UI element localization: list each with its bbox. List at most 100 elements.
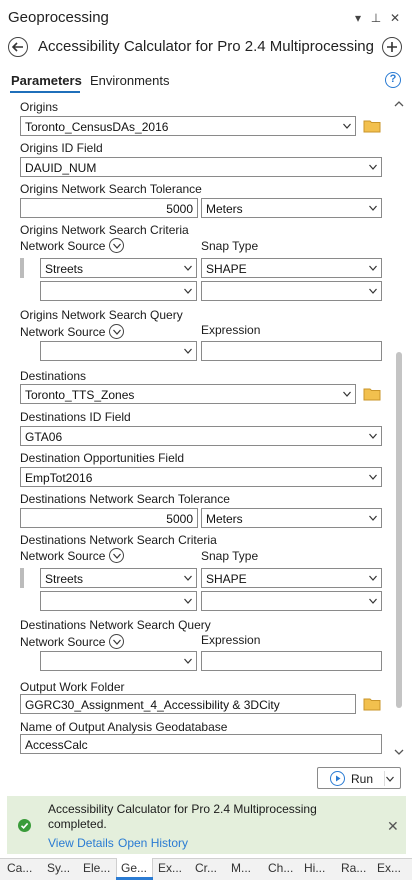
origins-value: Toronto_CensusDAs_2016 (25, 120, 169, 134)
destinations-dropdown[interactable]: Toronto_TTS_Zones (20, 384, 356, 404)
play-icon (330, 771, 345, 786)
dest-id-dropdown[interactable]: GTA06 (20, 426, 382, 446)
add-button[interactable] (382, 37, 402, 57)
output-gdb-label: Name of Output Analysis Geodatabase (20, 720, 228, 734)
origins-id-label: Origins ID Field (20, 141, 103, 155)
bottom-tab-create[interactable]: Cr... (195, 861, 217, 875)
folder-icon[interactable] (363, 697, 381, 711)
dest-tolerance-unit-dropdown[interactable]: Meters (201, 508, 382, 528)
origins-criteria-source-dropdown[interactable]: Streets (40, 258, 197, 278)
row-drag-handle[interactable] (20, 568, 24, 588)
dest-criteria-label: Destinations Network Search Criteria (20, 533, 217, 547)
tool-title: Accessibility Calculator for Pro 2.4 Mul… (38, 38, 374, 55)
run-label: Run (351, 772, 374, 786)
origins-tolerance-unit-dropdown[interactable]: Meters (201, 198, 382, 218)
chevron-down-icon (369, 433, 377, 439)
chevron-down-icon (369, 515, 377, 521)
origins-criteria-label: Origins Network Search Criteria (20, 223, 189, 237)
expand-chevron-icon[interactable] (109, 548, 124, 563)
tab-parameters[interactable]: Parameters (11, 73, 82, 88)
origins-id-value: DAUID_NUM (25, 161, 97, 175)
chevron-down-icon (369, 474, 377, 480)
view-details-link[interactable]: View Details (48, 836, 114, 850)
plus-icon (387, 42, 397, 52)
dest-criteria-snap-dropdown-empty[interactable] (201, 591, 382, 611)
origins-dropdown[interactable]: Toronto_CensusDAs_2016 (20, 116, 356, 136)
bottom-tab-geoprocessing[interactable]: Ge... (121, 861, 147, 875)
bottom-tab-raster[interactable]: Ra... (341, 861, 366, 875)
chevron-down-icon (184, 658, 192, 664)
expand-chevron-icon[interactable] (109, 634, 124, 649)
dest-criteria-source-dropdown-empty[interactable] (40, 591, 197, 611)
scrollbar-thumb[interactable] (396, 352, 402, 708)
bottom-tab-symbology[interactable]: Sy... (47, 861, 70, 875)
dest-tolerance-input[interactable]: 5000 (20, 508, 198, 528)
origins-query-source-header: Network Source (20, 325, 106, 339)
chevron-down-icon (184, 598, 192, 604)
expand-chevron-icon[interactable] (109, 324, 124, 339)
dest-opportunities-label: Destination Opportunities Field (20, 451, 185, 465)
bottom-tab-modify[interactable]: M... (231, 861, 251, 875)
open-history-link[interactable]: Open History (118, 836, 188, 850)
status-text: Accessibility Calculator for Pro 2.4 Mul… (48, 802, 317, 832)
dest-query-label: Destinations Network Search Query (20, 618, 211, 632)
dest-criteria-source-dropdown[interactable]: Streets (40, 568, 197, 588)
pin-icon[interactable]: ⊥ (370, 11, 382, 25)
origins-id-dropdown[interactable]: DAUID_NUM (20, 157, 382, 177)
chevron-down-icon (343, 123, 351, 129)
output-folder-input[interactable]: GGRC30_Assignment_4_Accessibility & 3DCi… (20, 694, 356, 714)
origins-criteria-source-header: Network Source (20, 239, 106, 253)
status-line-1: Accessibility Calculator for Pro 2.4 Mul… (48, 802, 317, 816)
close-pane-icon[interactable]: ✕ (389, 11, 401, 25)
chevron-down-icon (369, 288, 377, 294)
scroll-down-icon[interactable] (394, 748, 404, 756)
origins-criteria-snap-dropdown[interactable]: SHAPE (201, 258, 382, 278)
destinations-label: Destinations (20, 369, 87, 383)
folder-icon[interactable] (363, 387, 381, 401)
bottom-tab-chart[interactable]: Ch... (268, 861, 293, 875)
origins-query-expression-header: Expression (201, 323, 261, 337)
chevron-down-icon (184, 348, 192, 354)
expand-chevron-icon[interactable] (109, 238, 124, 253)
chevron-down-icon (369, 598, 377, 604)
origins-tolerance-input[interactable]: 5000 (20, 198, 198, 218)
chevron-down-icon[interactable] (386, 776, 394, 782)
origins-query-source-dropdown[interactable] (40, 341, 197, 361)
dest-criteria-snap-dropdown[interactable]: SHAPE (201, 568, 382, 588)
close-status-icon[interactable]: ✕ (387, 818, 399, 835)
dest-criteria-snap-value: SHAPE (206, 572, 247, 586)
dest-tolerance-value: 5000 (166, 512, 193, 526)
bottom-tab-history[interactable]: Hi... (304, 861, 325, 875)
pane-menu-icon[interactable]: ▾ (352, 11, 364, 25)
tab-environments[interactable]: Environments (90, 73, 169, 88)
origins-criteria-source-dropdown-empty[interactable] (40, 281, 197, 301)
dest-query-source-dropdown[interactable] (40, 651, 197, 671)
row-drag-handle[interactable] (20, 258, 24, 278)
origins-query-expression-input[interactable] (201, 341, 382, 361)
dest-criteria-snap-header: Snap Type (201, 549, 259, 563)
output-gdb-input[interactable]: AccessCalc (20, 734, 382, 754)
origins-criteria-snap-dropdown-empty[interactable] (201, 281, 382, 301)
back-button[interactable] (8, 37, 28, 57)
dest-opportunities-value: EmpTot2016 (25, 471, 93, 485)
chevron-down-icon (184, 575, 192, 581)
run-button[interactable]: Run (317, 767, 401, 789)
dest-criteria-source-value: Streets (45, 572, 84, 586)
chevron-down-icon (343, 391, 351, 397)
help-icon[interactable]: ? (385, 72, 401, 88)
dest-id-value: GTA06 (25, 430, 63, 444)
bottom-tab-export[interactable]: Ex... (377, 861, 401, 875)
destinations-value: Toronto_TTS_Zones (25, 388, 135, 402)
bottom-tab-explore[interactable]: Ex... (158, 861, 182, 875)
bottom-tab-catalog[interactable]: Ca... (7, 861, 32, 875)
pane-title: Geoprocessing (8, 9, 109, 26)
folder-icon[interactable] (363, 119, 381, 133)
origins-tolerance-value: 5000 (166, 202, 193, 216)
run-separator (384, 771, 385, 786)
dest-opportunities-dropdown[interactable]: EmpTot2016 (20, 467, 382, 487)
scroll-up-icon[interactable] (394, 100, 404, 108)
active-tab-indicator (10, 91, 80, 93)
chevron-down-icon (184, 288, 192, 294)
bottom-tab-element[interactable]: Ele... (83, 861, 110, 875)
dest-query-expression-input[interactable] (201, 651, 382, 671)
